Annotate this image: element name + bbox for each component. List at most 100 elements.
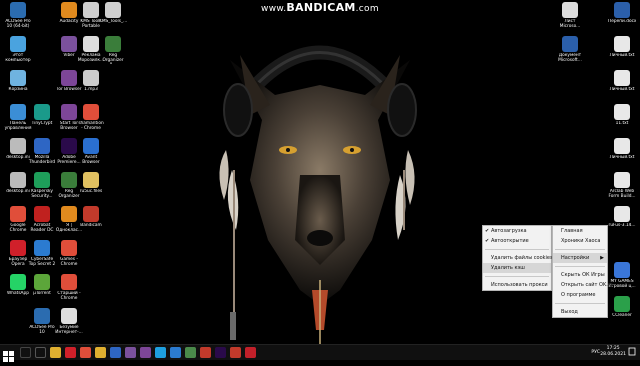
desktop-shortcut[interactable]: KMS_Tools_...: [99, 2, 127, 36]
desktop: www.BANDICAM.com ACDSee Pro 10 (64-bit) A…: [0, 0, 640, 344]
menu-item-settings[interactable]: Настройки ▶: [553, 253, 607, 263]
desktop-shortcut-label: Личный.txt: [609, 53, 635, 58]
menu-item-home[interactable]: Главная: [553, 226, 607, 236]
mail-icon[interactable]: [110, 347, 121, 358]
menu-item-label: Удалить кэш: [491, 265, 525, 271]
desktop-shortcut-label: Avant Browser: [82, 155, 100, 165]
text-file-icon: [614, 104, 630, 120]
app-icon[interactable]: [185, 347, 196, 358]
chrome-icon: [10, 206, 26, 222]
desktop-shortcut[interactable]: Старший - Chrome: [55, 274, 83, 308]
menu-item-label: Автооткрытие: [491, 238, 529, 244]
desktop-shortcut[interactable]: ACDSee Pro 10 (64-bit): [4, 2, 32, 36]
menu-item-chronicles[interactable]: Хроники Хаоса: [553, 236, 607, 246]
desktop-shortcut[interactable]: Avant Browser: [77, 138, 105, 172]
desktop-shortcut[interactable]: Arclab Web Form Build...: [608, 172, 636, 206]
desktop-shortcut-label: KMS_Tools_...: [99, 19, 127, 24]
menu-item-open-ok-ru[interactable]: Открыть сайт OK.ru: [553, 280, 613, 290]
word-icon: [562, 36, 578, 52]
folder-icon[interactable]: [95, 347, 106, 358]
record-icon[interactable]: [245, 347, 256, 358]
desktop-shortcut[interactable]: Лист Microso...: [556, 2, 584, 36]
desktop-shortcut-label: Личный.txt: [609, 155, 635, 160]
explorer-icon[interactable]: [50, 347, 61, 358]
clock-date: 28.06.2021: [600, 352, 626, 357]
word-icon: [614, 2, 630, 18]
desktop-shortcut-label: Arclab Web Form Build...: [608, 189, 636, 199]
acdsee-icon: [34, 308, 50, 324]
desktop-shortcut[interactable]: Этот компьютер: [4, 36, 32, 70]
menu-item-about[interactable]: О программе: [553, 290, 607, 300]
menu-item-delete-cache[interactable]: Удалить кэш: [483, 263, 551, 273]
menu-separator: [485, 276, 549, 277]
desktop-shortcut[interactable]: Безумие Интернет-...: [55, 308, 83, 342]
menu-separator: [555, 266, 605, 267]
system-clock[interactable]: 17:25 28.06.2021: [600, 346, 626, 358]
desktop-shortcut-label: Документ Microsoft...: [558, 53, 582, 63]
menu-item-label: Открыть сайт OK.ru: [561, 282, 614, 288]
menu-item-autoload[interactable]: ✔ Автозагрузка: [483, 226, 551, 236]
desktop-shortcut[interactable]: CyberSafe Top Secret 2: [28, 240, 56, 274]
reg-organizer-icon: [105, 36, 121, 52]
tor-icon[interactable]: [140, 347, 151, 358]
app-icon[interactable]: [170, 347, 181, 358]
desktop-shortcut[interactable]: Acrobat Reader DC: [28, 206, 56, 240]
desktop-shortcut[interactable]: MY GAMES Игровой ц...: [608, 262, 636, 296]
premiere-icon: [61, 138, 77, 154]
menu-item-label: Настройки: [561, 255, 590, 261]
menu-item-label: Выход: [561, 309, 578, 315]
windows-start-icon[interactable]: [3, 347, 14, 362]
desktop-shortcut[interactable]: Kaspersky Security...: [28, 172, 56, 206]
desktop-shortcut[interactable]: Reg Organizer 8...: [99, 36, 127, 70]
desktop-shortcut[interactable]: Games - Chrome: [55, 240, 83, 274]
desktop-shortcut[interactable]: Личный.txt: [608, 36, 636, 70]
desktop-shortcut[interactable]: 11.txt: [608, 104, 636, 138]
desktop-shortcut[interactable]: Mozilla Thunderbird: [28, 138, 56, 172]
desktop-shortcut[interactable]: shamantion - Chrome: [77, 104, 105, 138]
task-view-icon[interactable]: [35, 347, 46, 358]
desktop-shortcut[interactable]: Корзина: [4, 70, 32, 104]
bandicam-icon[interactable]: [230, 347, 241, 358]
desktop-shortcut[interactable]: ru5uc.files: [77, 172, 105, 206]
acrobat-icon: [34, 206, 50, 222]
desktop-shortcut-label: Reg Organizer 8...: [102, 53, 124, 64]
chrome-icon[interactable]: [80, 347, 91, 358]
desktop-shortcut-label: 11.txt: [615, 121, 629, 126]
watermark-prefix: www.: [261, 4, 287, 14]
desktop-shortcut-label: Kaspersky Security...: [31, 189, 53, 199]
desktop-shortcut[interactable]: ruFus-3.14...: [608, 206, 636, 240]
language-indicator[interactable]: РУС: [591, 350, 600, 355]
menu-item-hide-ok-games[interactable]: Скрыть ОК Игры: [553, 270, 607, 280]
search-icon[interactable]: [20, 347, 31, 358]
menu-item-autoopen[interactable]: ✔ Автооткрытие: [483, 236, 551, 246]
menu-item-delete-cookies[interactable]: Удалить файлы cookies: [483, 253, 553, 263]
skype-icon[interactable]: [155, 347, 166, 358]
desktop-shortcut-label: µTorrent: [33, 291, 51, 296]
menu-item-label: Использовать прокси: [491, 282, 548, 288]
desktop-shortcut[interactable]: Личный.txt: [608, 138, 636, 172]
desktop-shortcut[interactable]: CCleaner: [608, 296, 636, 330]
settings-submenu: ✔ Автозагрузка ✔ Автооткрытие Удалить файл…: [482, 225, 553, 291]
desktop-shortcut-label: Mozilla Thunderbird: [28, 155, 56, 165]
desktop-shortcut-label: Старший - Chrome: [57, 291, 81, 301]
watermark-suffix: .com: [355, 4, 379, 14]
desktop-shortcut[interactable]: 1.mp3: [77, 70, 105, 104]
chrome-icon: [61, 274, 77, 290]
desktop-shortcut[interactable]: Bandicam: [77, 206, 105, 240]
desktop-shortcut-label: CyberSafe Top Secret 2: [28, 257, 56, 267]
desktop-shortcut[interactable]: Документ Microsoft...: [556, 36, 584, 70]
desktop-shortcut[interactable]: ACDSee Pro 10: [28, 308, 56, 342]
menu-item-exit[interactable]: Выход: [553, 307, 607, 317]
desktop-shortcut[interactable]: Перепи.docx: [608, 2, 636, 36]
app-icon[interactable]: [200, 347, 211, 358]
app-icon[interactable]: [215, 347, 226, 358]
opera-icon[interactable]: [65, 347, 76, 358]
folder-icon: [83, 2, 99, 18]
menu-item-use-proxy[interactable]: Использовать прокси: [483, 280, 551, 290]
desktop-shortcut[interactable]: µTorrent: [28, 274, 56, 308]
viber-icon[interactable]: [125, 347, 136, 358]
notification-icon[interactable]: [628, 346, 636, 360]
desktop-shortcut[interactable]: Личный.txt: [608, 70, 636, 104]
usb-icon: [614, 206, 630, 222]
desktop-shortcut[interactable]: TinyCrypt: [28, 104, 56, 138]
